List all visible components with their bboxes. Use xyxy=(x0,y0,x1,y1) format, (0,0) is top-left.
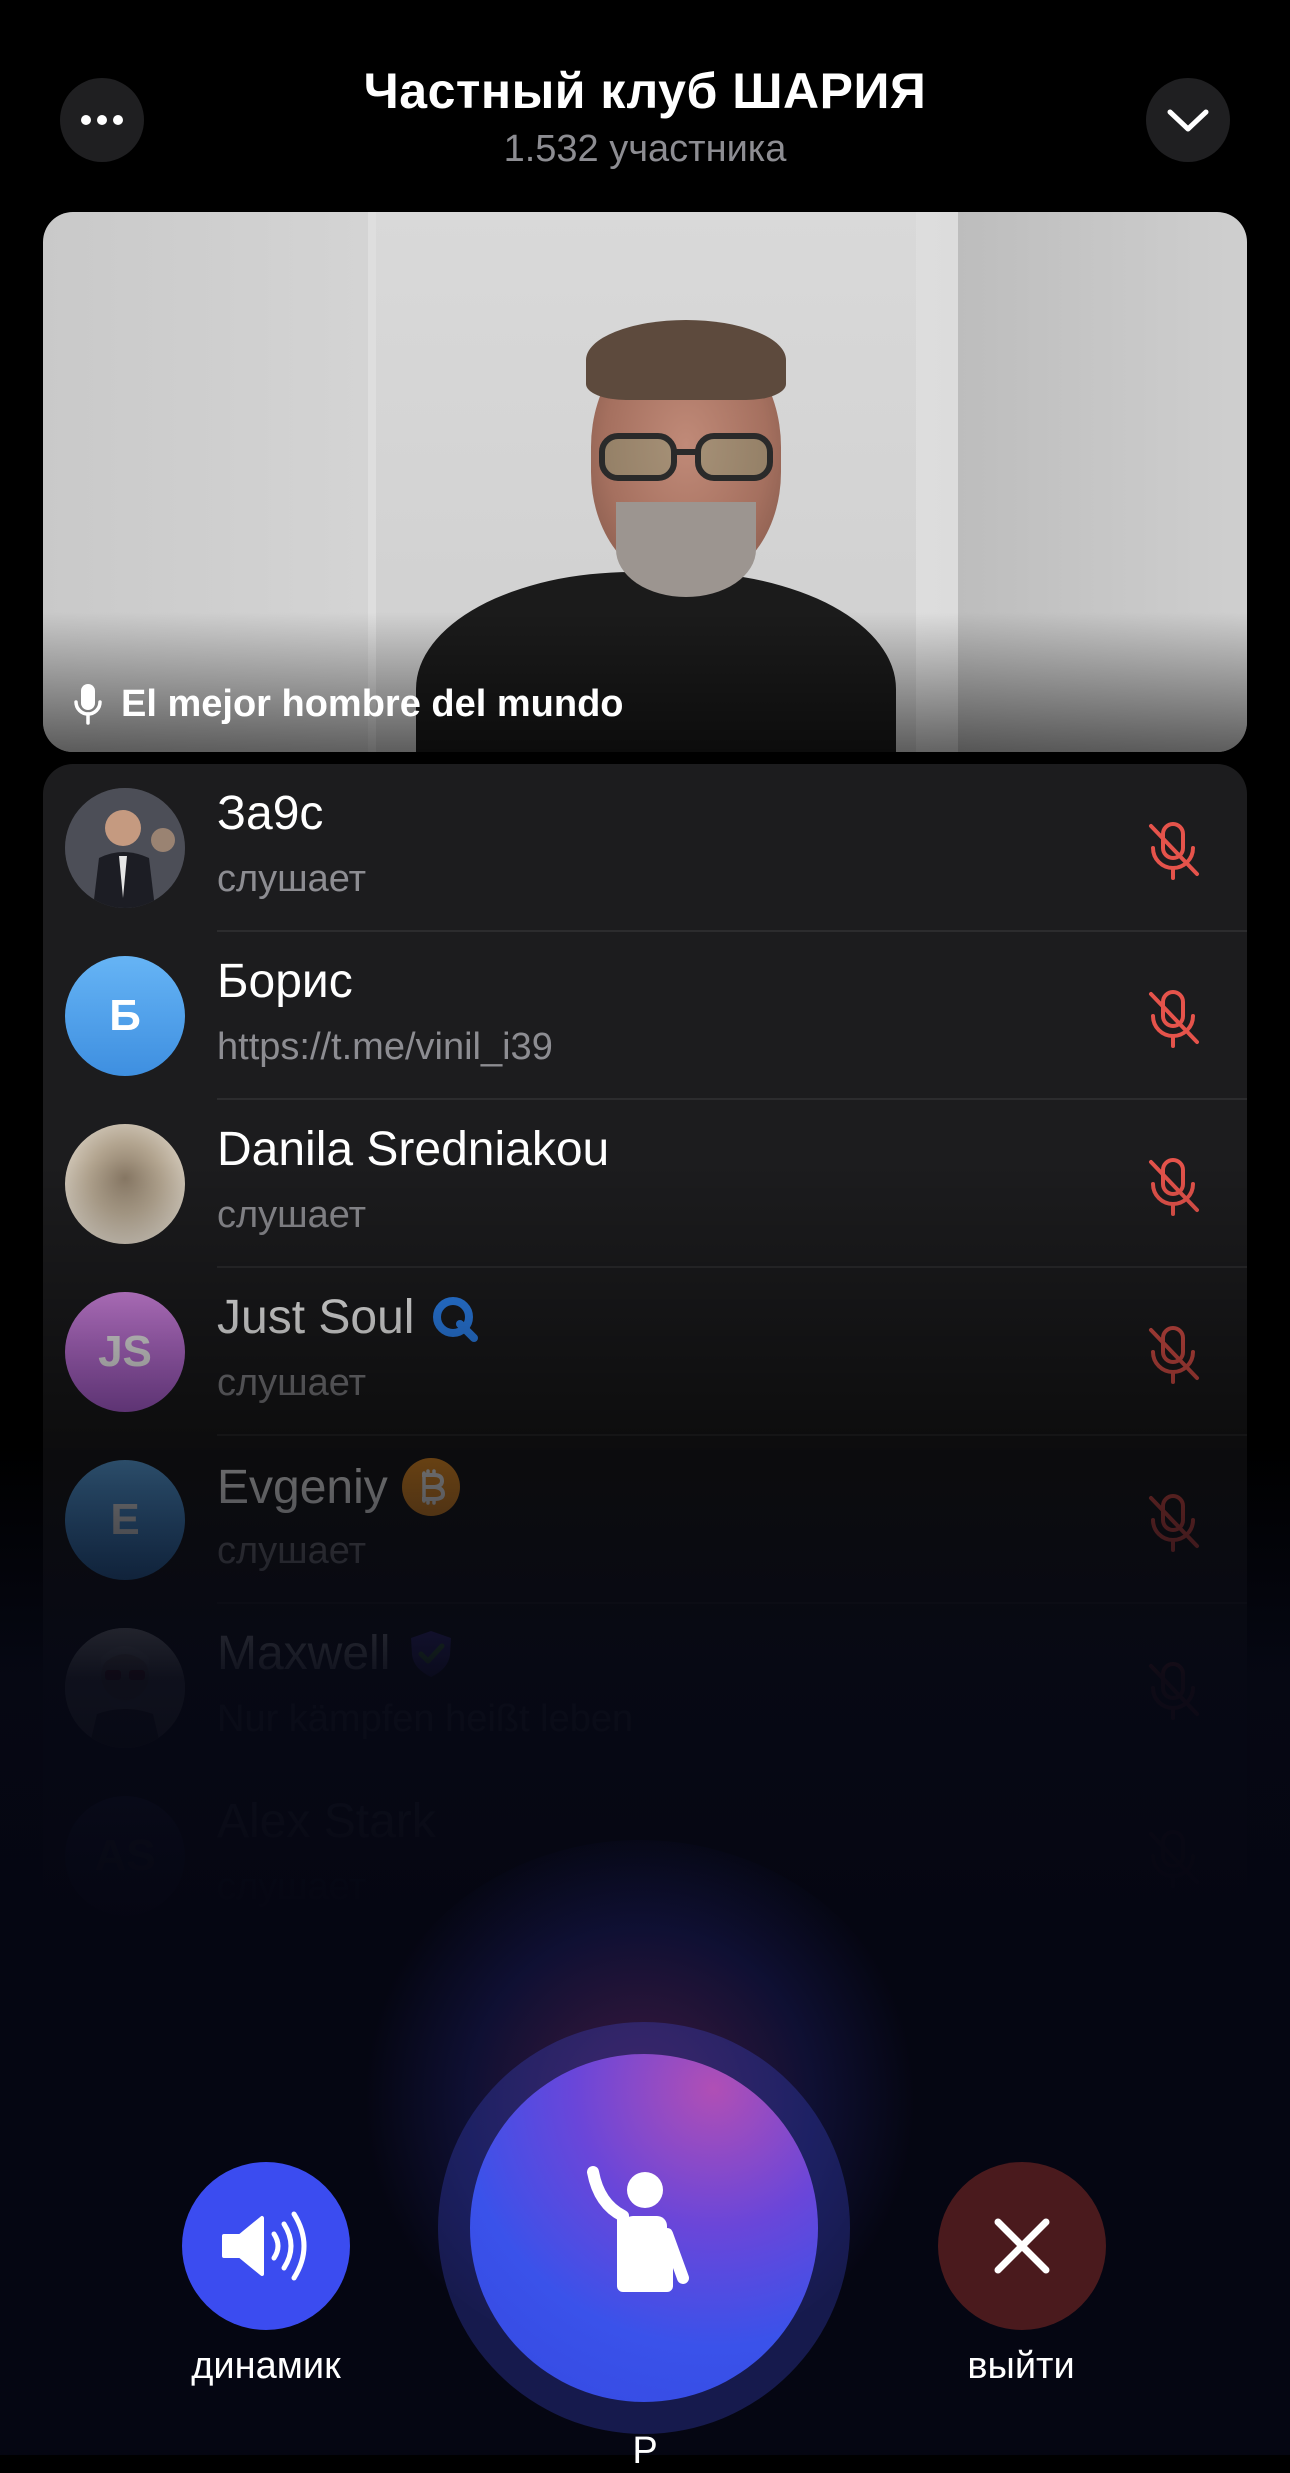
participant-row[interactable]: AS Alex Stark слушает xyxy=(43,1772,1247,1940)
glasses-shape xyxy=(599,433,773,481)
participant-name: Alex Stark xyxy=(217,1795,436,1848)
participant-name-text: Just Soul xyxy=(217,1291,415,1344)
chevron-down-icon xyxy=(1167,109,1209,132)
speaker-volume-icon xyxy=(222,2211,307,2281)
participant-status: Nur kämpfen heißt leben xyxy=(217,1698,634,1740)
muted-mic-icon[interactable] xyxy=(1143,1154,1203,1218)
participant-name-text: Maxwell xyxy=(217,1627,391,1680)
participant-name: Danila Sredniakou xyxy=(217,1123,610,1176)
leave-label: выйти xyxy=(967,2345,1075,2387)
avatar: Б xyxy=(65,956,185,1076)
muted-mic-icon[interactable] xyxy=(1143,1322,1203,1386)
bitcoin-icon xyxy=(401,1458,460,1516)
participant-name-text: Evgeniy xyxy=(217,1460,388,1514)
participant-name: Борис xyxy=(217,955,353,1008)
raise-hand-button[interactable] xyxy=(470,2054,818,2402)
participant-name: Evgeniy xyxy=(217,1458,460,1516)
participant-list[interactable]: За9с слушает Б Борис https://t.me/vinil_… xyxy=(43,764,1247,2144)
avatar: E xyxy=(65,1460,185,1580)
avatar-photo-icon xyxy=(65,788,185,908)
speaker-label: динамик xyxy=(191,2345,341,2387)
shield-check-icon xyxy=(411,1630,452,1677)
raise-hand-label: Р xyxy=(632,2430,658,2472)
participant-row[interactable]: Danila Sredniakou слушает xyxy=(43,1100,1247,1268)
person-beard xyxy=(616,502,756,597)
avatar xyxy=(65,788,185,908)
participant-status: слушает xyxy=(217,858,367,900)
participant-row[interactable]: Maxwell Nur kämpfen heißt leben xyxy=(43,1604,1247,1772)
muted-mic-icon[interactable] xyxy=(1143,1658,1203,1722)
q-letter-icon xyxy=(433,1296,479,1342)
leave-button[interactable] xyxy=(938,2162,1106,2330)
video-tile[interactable]: El mejor hombre del mundo xyxy=(43,212,1247,752)
muted-mic-icon[interactable] xyxy=(1143,1826,1203,1890)
participant-status: слушает xyxy=(217,1530,367,1572)
speaker-name: El mejor hombre del mundo xyxy=(121,682,624,725)
page-title: Частный клуб ШАРИЯ xyxy=(363,63,927,119)
person-hair xyxy=(586,320,786,400)
muted-mic-icon[interactable] xyxy=(1143,1994,1203,2058)
muted-mic-icon[interactable] xyxy=(1143,1490,1203,1554)
participant-row[interactable]: JS Just Soul слушает xyxy=(43,1268,1247,1436)
avatar: JS xyxy=(65,1292,185,1412)
video-speaker-label: El mejor hombre del mundo xyxy=(73,682,624,726)
participant-name: T R xyxy=(217,1963,294,2016)
avatar: AS xyxy=(65,1796,185,1916)
participant-status: слушает xyxy=(217,1194,367,1236)
avatar xyxy=(65,1628,185,1748)
microphone-icon xyxy=(74,684,102,725)
participant-status: https://t.me/vinil_i39 xyxy=(217,1026,553,1068)
participant-name: Maxwell xyxy=(217,1626,458,1681)
muted-mic-icon[interactable] xyxy=(1143,986,1203,1050)
avatar xyxy=(65,1124,185,1244)
participant-row[interactable]: Б Борис https://t.me/vinil_i39 xyxy=(43,932,1247,1100)
participant-status: слушает xyxy=(217,1362,367,1404)
participant-count: 1.532 участника xyxy=(503,128,787,170)
raise-hand-icon xyxy=(587,2166,689,2292)
participant-name: Just Soul xyxy=(217,1290,480,1345)
collapse-button[interactable] xyxy=(1146,78,1230,162)
muted-mic-icon[interactable] xyxy=(1143,818,1203,882)
speaker-button[interactable] xyxy=(182,2162,350,2330)
participant-row[interactable]: E Evgeniy слушает xyxy=(43,1436,1247,1604)
close-icon xyxy=(994,2218,1050,2274)
participant-row[interactable]: За9с слушает xyxy=(43,764,1247,932)
participant-name: За9с xyxy=(217,787,324,840)
avatar-art-icon xyxy=(65,1628,185,1748)
participant-status: слушает xyxy=(217,2034,367,2076)
participant-status: слушает xyxy=(217,1866,367,1908)
avatar: TR xyxy=(65,1964,185,2084)
